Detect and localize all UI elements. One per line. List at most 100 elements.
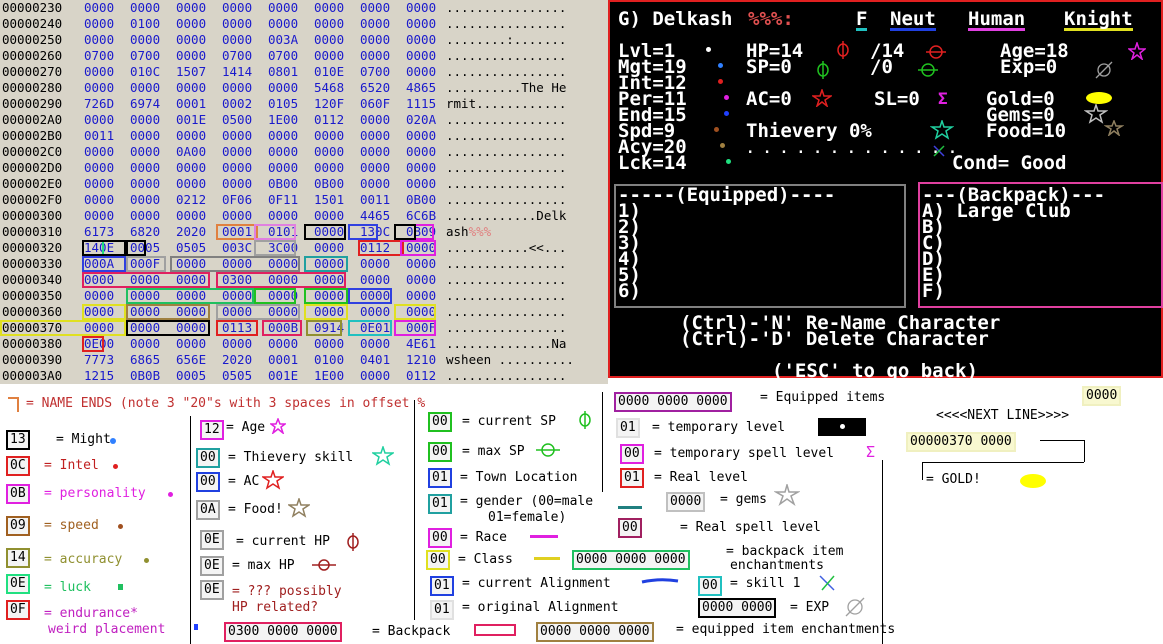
stat-food: Food=10 xyxy=(986,120,1067,142)
hex-ascii: ................ xyxy=(446,0,566,16)
chip-personality: 0B xyxy=(6,484,30,504)
dot-icon xyxy=(720,143,725,148)
hex-word: 000A xyxy=(84,256,115,271)
hex-word: 0112 xyxy=(360,240,391,255)
legend-temp-spell-level: = temporary spell level xyxy=(654,446,835,461)
hex-word: 1210 xyxy=(406,352,437,367)
hex-word: 0000 xyxy=(314,32,345,47)
hex-word: 0300 xyxy=(222,272,253,287)
hex-word: 0A00 xyxy=(176,144,207,159)
hex-word: 010E xyxy=(314,64,345,79)
chip-equipped-ench: 0000 0000 0000 xyxy=(536,622,654,642)
legend-race: = Race xyxy=(460,530,507,545)
chip-backpack: 0300 0000 0000 xyxy=(224,622,342,642)
hex-offset: 00000370 xyxy=(2,320,63,335)
hex-word: 0000 xyxy=(84,320,115,335)
hex-word: 0000 xyxy=(176,304,207,319)
hex-ascii-text: ................ xyxy=(446,16,567,31)
hex-word: 0000 xyxy=(84,288,115,303)
hex-word: 010C xyxy=(130,64,161,79)
hex-word: 0000 xyxy=(130,80,161,95)
hex-word: 130C xyxy=(360,224,391,239)
chip-gems: 0000 xyxy=(666,492,706,512)
hex-ascii: ................ xyxy=(446,160,566,176)
hex-word: 4E61 xyxy=(406,336,437,351)
gender-value: F xyxy=(856,8,868,31)
hex-ascii: ................ xyxy=(446,304,566,320)
hex-offset: 00000250 xyxy=(2,32,63,47)
hex-word: 1215 xyxy=(84,368,115,383)
equipped-slot: 6) xyxy=(618,280,641,302)
hex-ascii-text: ........:....... xyxy=(446,32,567,47)
chip-race: 00 xyxy=(428,528,452,548)
hex-word: 0000 xyxy=(176,32,207,47)
hex-offset: 00000360 xyxy=(2,304,63,319)
hex-word: 4865 xyxy=(406,80,437,95)
hex-word: 0000 xyxy=(314,208,345,223)
dot-icon xyxy=(718,79,723,84)
hex-word: 0000 xyxy=(406,272,437,287)
hex-word: 0000 xyxy=(406,144,437,159)
hex-offset: 00000330 xyxy=(2,256,63,271)
hex-ascii-text: ................ xyxy=(446,320,567,335)
divider xyxy=(882,460,883,644)
hex-editor-pane: 00000230 0000 0000 0000 0000 0000 0000 0000 0000… xyxy=(0,0,608,384)
theta-green-icon xyxy=(918,63,938,77)
divider xyxy=(602,392,603,492)
teal-swatch xyxy=(618,506,642,509)
theta-red-icon xyxy=(926,45,946,59)
hex-word: 0000 xyxy=(222,144,253,159)
hex-ascii-text: ................ xyxy=(446,192,567,207)
hex-word: 0000 xyxy=(222,128,253,143)
hex-word: 0000 xyxy=(222,160,253,175)
hex-word: 1507 xyxy=(176,64,207,79)
hex-word: 0112 xyxy=(406,368,437,383)
hex-ascii-pct: %%% xyxy=(468,224,492,239)
legend-exp: = EXP xyxy=(790,600,830,615)
hex-word: 001E xyxy=(268,368,299,383)
game-character-screen: G) Delkash %%%: F Neut Human Knight Lvl=… xyxy=(608,0,1163,381)
hex-word: 0000 xyxy=(268,288,299,303)
hex-word: 0000 xyxy=(406,128,437,143)
legend-name-ends: = NAME ENDS (note 3 "20"s with 3 spaces … xyxy=(26,396,426,411)
hex-word: 0000 xyxy=(406,32,437,47)
hex-word: 0000 xyxy=(314,16,345,31)
dot-icon xyxy=(724,111,729,116)
delete-command[interactable]: (Ctrl)-'D' Delete Character xyxy=(680,330,989,349)
hex-word: 0000 xyxy=(268,160,299,175)
hex-word: 0000 xyxy=(360,0,391,15)
hex-word: 000B xyxy=(268,320,299,335)
hex-word: 0000 xyxy=(222,336,253,351)
hex-word: 6865 xyxy=(130,352,161,367)
hex-word: 0000 xyxy=(314,144,345,159)
sigma-icon: Σ xyxy=(866,443,876,461)
hex-word: 0000 xyxy=(130,304,161,319)
chip-exp: 0000 0000 xyxy=(698,598,777,618)
legend-gems: = gems xyxy=(720,492,767,507)
esc-command[interactable]: ('ESC' to go back) xyxy=(772,362,978,381)
star-magenta-icon xyxy=(1128,42,1146,60)
legend-endurance-note: weird placement xyxy=(48,622,166,637)
legend-max-sp: = max SP xyxy=(462,444,525,459)
hex-word: 3C00 xyxy=(268,240,299,255)
hex-word: 0000 xyxy=(176,256,207,271)
hex-word: 0000 xyxy=(268,304,299,319)
hex-word: 0011 xyxy=(360,192,391,207)
hex-word: 0401 xyxy=(360,352,391,367)
chip-next: 0000 xyxy=(1082,386,1122,406)
legend-backpack: = Backpack xyxy=(372,624,451,639)
hex-word: 0000 xyxy=(84,208,115,223)
hex-word: 0700 xyxy=(130,48,161,63)
black-swatch xyxy=(818,418,866,436)
phi-red-icon xyxy=(347,533,359,551)
hex-word: 0B00 xyxy=(314,176,345,191)
hex-offset: 000002C0 xyxy=(2,144,63,159)
hex-word: 0000 xyxy=(360,272,391,287)
stat-sp: SP=0 xyxy=(746,56,792,78)
gold-coin-icon xyxy=(1086,92,1112,104)
hex-ascii-text: ................ xyxy=(446,176,567,191)
hex-word: 1E00 xyxy=(314,368,345,383)
equipped-title: -----(Equipped)---- xyxy=(618,184,836,206)
hex-word: 0000 xyxy=(406,16,437,31)
legend-accuracy: = accuracy xyxy=(44,552,123,567)
